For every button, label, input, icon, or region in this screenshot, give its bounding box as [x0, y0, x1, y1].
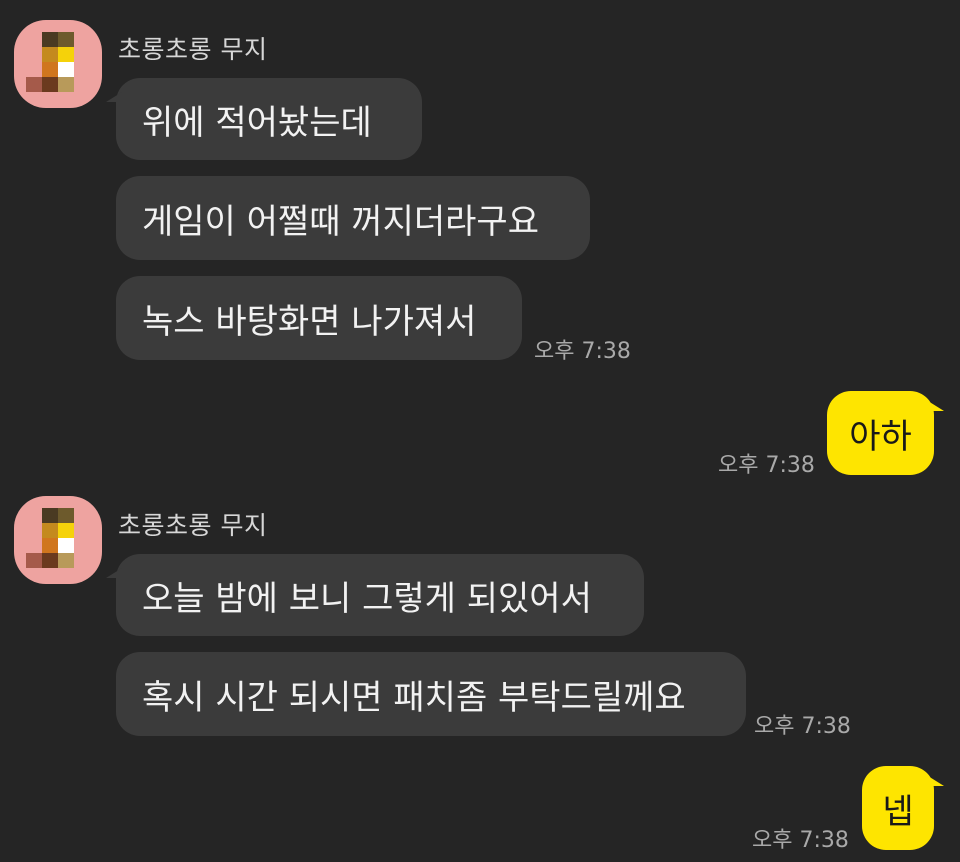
sender-avatar[interactable] — [14, 496, 102, 584]
sender-name: 초롱초롱 무지 — [118, 511, 268, 540]
message-timestamp: 오후 7:38 — [718, 453, 815, 478]
message-text: 위에 적어놨는데 — [142, 102, 372, 143]
message-text: 오늘 밤에 보니 그렇게 되있어서 — [142, 578, 592, 619]
message-text: 게임이 어쩔때 꺼지더라구요 — [142, 201, 539, 242]
message-text: 아하 — [849, 416, 912, 457]
message-text: 넵 — [882, 791, 914, 832]
avatar-mosaic-image — [26, 508, 90, 568]
my-message-bubble[interactable]: 넵 — [862, 766, 944, 850]
message-timestamp: 오후 7:38 — [754, 714, 851, 739]
message-timestamp: 오후 7:38 — [752, 828, 849, 853]
message-bubble[interactable]: 위에 적어놨는데 — [106, 78, 422, 160]
message-timestamp: 오후 7:38 — [534, 339, 631, 364]
message-text: 녹스 바탕화면 나가져서 — [142, 301, 477, 342]
message-bubble[interactable]: 혹시 시간 되시면 패치좀 부탁드릴께요 — [116, 652, 746, 736]
sender-name: 초롱초롱 무지 — [118, 35, 268, 64]
message-bubble[interactable]: 오늘 밤에 보니 그렇게 되있어서 — [106, 554, 644, 636]
message-bubble[interactable]: 게임이 어쩔때 꺼지더라구요 — [116, 176, 590, 260]
avatar-mosaic-image — [26, 32, 90, 92]
message-bubble[interactable]: 녹스 바탕화면 나가져서 — [116, 276, 522, 360]
sender-avatar[interactable] — [14, 20, 102, 108]
message-text: 혹시 시간 되시면 패치좀 부탁드릴께요 — [142, 677, 686, 718]
my-message-bubble[interactable]: 아하 — [827, 391, 944, 475]
